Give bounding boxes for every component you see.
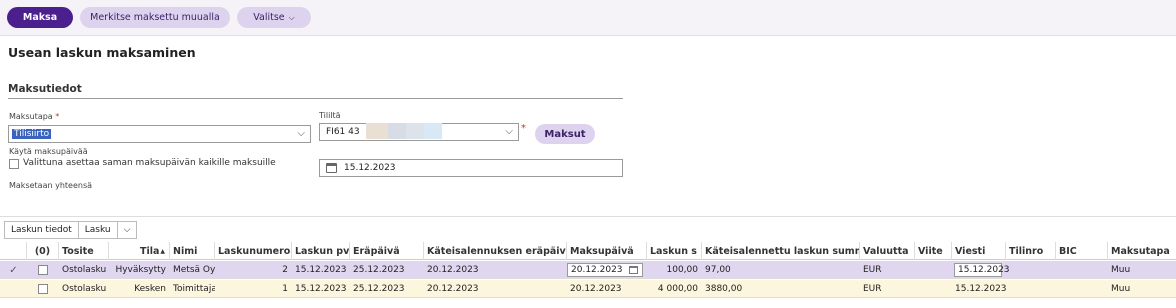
cell-laskunumero: 2 — [282, 265, 288, 275]
section-divider — [8, 98, 623, 99]
cell-maksupaiva: 20.12.2023 — [570, 284, 622, 294]
chevron-down-icon: ⌵ — [288, 12, 295, 22]
calendar-icon[interactable] — [629, 266, 638, 274]
header-bic[interactable]: BIC — [1056, 242, 1108, 260]
section-title: Maksutiedot — [8, 83, 82, 95]
cell-laskun-pvm: 15.12.2023 — [295, 265, 347, 275]
cell-viesti: 15.12.2023 — [955, 284, 1006, 294]
header-valuutta[interactable]: Valuutta — [860, 242, 915, 260]
header-tila-label: Tila — [139, 245, 160, 257]
viesti-input[interactable]: 15.12.2023 — [954, 263, 1010, 277]
cell-erapaiva: 25.12.2023 — [353, 284, 405, 294]
header-tilinro[interactable]: Tilinro — [1006, 242, 1056, 260]
cell-kateisalennettu-summa: 3880,00 — [705, 284, 743, 294]
cell-maksutapa: Muu — [1111, 265, 1131, 275]
row-checkbox[interactable] — [38, 284, 48, 294]
cell-viite — [915, 261, 952, 279]
header-laskunumero[interactable]: Laskunumero▼ — [215, 242, 292, 260]
cell-nimi: Metsä Oy — [173, 265, 215, 275]
header-viite[interactable]: Viite — [915, 242, 952, 260]
maksut-button[interactable]: Maksut — [535, 124, 595, 144]
table-row[interactable]: Ostolasku Kesken Toimittaja 1 15.12.2023… — [0, 280, 1176, 298]
cell-kateisalennus-erapaiva: 20.12.2023 — [427, 284, 479, 294]
tabs-more-dropdown[interactable]: ⌵ — [118, 222, 137, 238]
mark-paid-elsewhere-button[interactable]: Merkitse maksettu muualla — [80, 7, 230, 28]
header-tila[interactable]: Tila ▲ — [109, 242, 170, 260]
cell-valuutta: EUR — [863, 265, 882, 275]
payment-method-select[interactable]: Tilisiirto ⌵ — [8, 125, 311, 143]
chevron-down-icon: ⌵ — [123, 225, 131, 235]
row-checkbox-cell — [27, 261, 59, 279]
cell-tila: Hyväksytty — [115, 265, 166, 275]
total-label: Maksetaan yhteensä — [9, 181, 93, 190]
row-checkbox[interactable] — [38, 265, 48, 275]
payment-method-value: Tilisiirto — [12, 129, 52, 139]
redaction-block — [388, 123, 406, 139]
redaction-block — [406, 123, 424, 139]
cell-tosite: Ostolasku — [62, 265, 107, 275]
chevron-down-icon: ⌵ — [297, 128, 305, 139]
account-label: Tililtä — [319, 111, 341, 120]
row-indicator — [0, 280, 27, 298]
tab-invoice-info[interactable]: Laskun tiedot — [5, 222, 79, 238]
redaction-block — [424, 123, 442, 139]
header-viesti[interactable]: Viesti — [952, 242, 1006, 260]
pay-button[interactable]: Maksa — [7, 7, 73, 28]
sort-icon: ▲ — [160, 247, 165, 255]
cell-maksutapa: Muu — [1111, 284, 1131, 294]
row-checkbox-cell — [27, 280, 59, 298]
table-row[interactable]: ✓ Ostolasku Hyväksytty Metsä Oy 2 15.12.… — [0, 261, 1176, 279]
chevron-down-icon: ⌵ — [505, 126, 513, 137]
payment-date-field[interactable]: 15.12.2023 — [319, 159, 623, 177]
same-date-label: Valittuna asettaa saman maksupäivän kaik… — [23, 158, 276, 168]
cell-erapaiva: 25.12.2023 — [353, 265, 405, 275]
cell-tilinro — [1006, 280, 1056, 298]
header-laskun-pvm[interactable]: Laskun pvm — [292, 242, 350, 260]
same-date-checkbox[interactable] — [9, 159, 19, 169]
select-column-header — [0, 242, 27, 260]
header-maksutapa[interactable]: Maksutapa — [1108, 242, 1176, 260]
table-header: (0) Tosite Tila▲ Nimi Laskunumero▼ Lasku… — [0, 242, 1176, 260]
cell-viite — [915, 280, 952, 298]
cell-kateisalennettu-summa: 97,00 — [705, 265, 731, 275]
payment-method-label: Maksutapa * — [9, 112, 60, 121]
cell-laskunumero: 1 — [282, 284, 288, 294]
header-erapaiva[interactable]: Eräpäivä — [350, 242, 424, 260]
header-laskun-summa[interactable]: Laskun s — [647, 242, 702, 260]
row-selected-check-icon: ✓ — [9, 264, 18, 276]
cell-bic — [1056, 280, 1108, 298]
select-label: Valitse — [253, 12, 285, 23]
cell-tilinro — [1006, 261, 1056, 279]
header-maksupaiva[interactable]: Maksupäivä — [567, 242, 647, 260]
cell-tila: Kesken — [134, 284, 166, 294]
cell-bic — [1056, 261, 1108, 279]
use-date-label: Käytä maksupäivää — [9, 147, 88, 156]
cell-kateisalennus-erapaiva: 20.12.2023 — [427, 265, 479, 275]
tab-invoice[interactable]: Lasku — [79, 222, 118, 238]
required-marker: * — [521, 123, 526, 134]
header-kateisalennus-erapaiva[interactable]: Käteisalennuksen eräpäivä — [424, 242, 567, 260]
header-count[interactable]: (0) — [27, 242, 59, 260]
cell-laskun-summa: 100,00 — [666, 265, 699, 275]
page-title: Usean laskun maksaminen — [8, 45, 196, 60]
account-value: FI61 43 — [326, 127, 360, 137]
maksupaiva-value: 20.12.2023 — [571, 265, 623, 275]
redaction-block — [366, 123, 388, 139]
header-kateisalennettu-summa[interactable]: Käteisalennettu laskun summa — [702, 242, 860, 260]
cell-nimi: Toimittaja — [173, 284, 215, 294]
select-dropdown-button[interactable]: Valitse ⌵ — [237, 7, 311, 28]
cell-tosite: Ostolasku — [62, 284, 107, 294]
toolbar: Maksa Merkitse maksettu muualla Valitse … — [0, 0, 1176, 36]
cell-laskun-pvm: 15.12.2023 — [295, 284, 347, 294]
cell-laskun-summa: 4 000,00 — [657, 284, 698, 294]
header-nimi[interactable]: Nimi — [170, 242, 215, 260]
cell-valuutta: EUR — [863, 284, 882, 294]
header-tosite[interactable]: Tosite — [59, 242, 109, 260]
header-laskunumero-label: Laskunumero — [218, 245, 291, 257]
payment-date-value: 15.12.2023 — [344, 163, 396, 173]
grid-tabs: Laskun tiedot Lasku ⌵ — [4, 221, 138, 239]
calendar-icon[interactable] — [326, 163, 337, 173]
maksupaiva-input[interactable]: 20.12.2023 — [567, 263, 643, 277]
